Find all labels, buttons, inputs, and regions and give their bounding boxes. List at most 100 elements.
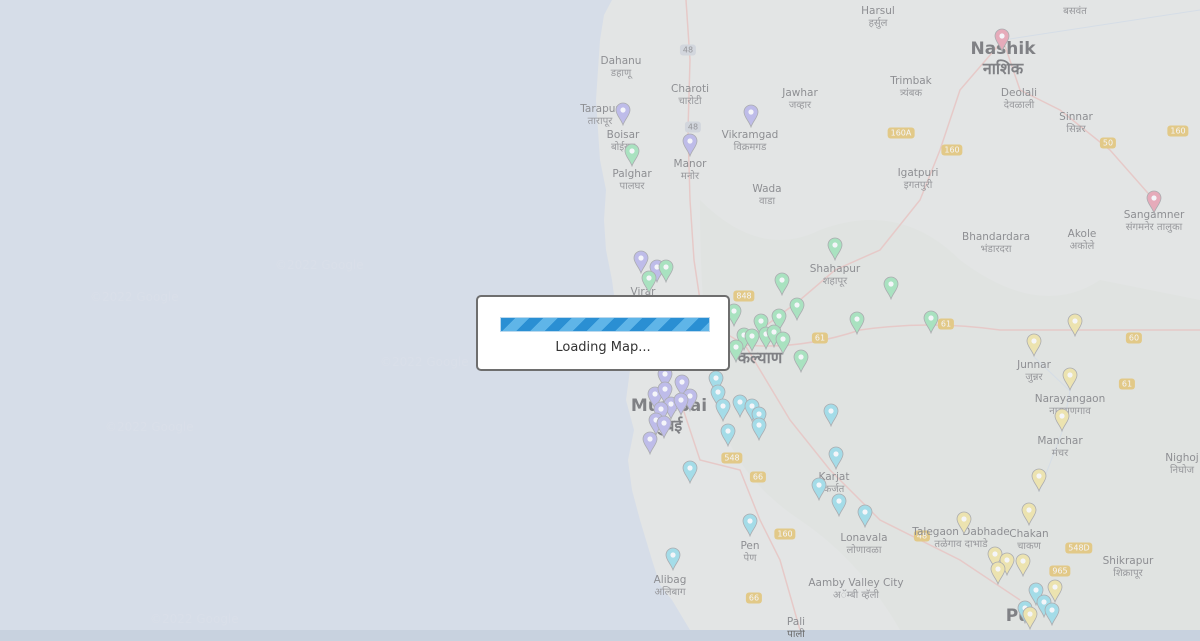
map-marker-green[interactable] (624, 143, 640, 167)
map-marker-purple[interactable] (615, 102, 631, 126)
place-name-local: त्र्यंबक (899, 88, 923, 100)
map-marker-green[interactable] (728, 339, 744, 363)
place-label-alibag: Alibag अलिबाग (654, 569, 687, 599)
map-marker-cyan[interactable] (823, 403, 839, 427)
map-marker-green[interactable] (923, 310, 939, 334)
map-marker-green[interactable] (789, 297, 805, 321)
place-label-manor: Manor मनोर (674, 153, 707, 183)
route-shield: 66 (745, 592, 763, 604)
map-marker-yellow[interactable] (1021, 502, 1037, 526)
map-marker-cyan[interactable] (811, 477, 827, 501)
place-name-local: चारोटी (678, 96, 702, 108)
map-marker-yellow[interactable] (1022, 606, 1038, 630)
map-marker-green[interactable] (658, 259, 674, 283)
place-name-local: डहाणू (610, 68, 632, 80)
place-name-local: चाकण (1017, 541, 1041, 553)
map-marker-cyan[interactable] (720, 423, 736, 447)
map-marker-red[interactable] (1146, 190, 1162, 214)
place-label-pen: Pen पेण (740, 535, 759, 565)
map-marker-cyan[interactable] (682, 460, 698, 484)
loading-dialog: Loading Map... (476, 295, 730, 371)
place-name-local: पाली (787, 629, 805, 641)
place-name: Junnar (1017, 359, 1051, 371)
loading-progress-bar (500, 317, 710, 332)
place-name-local: अॅम्बी व्हॅली (833, 590, 879, 602)
place-name: Trimbak (890, 75, 932, 87)
map-marker-green[interactable] (849, 311, 865, 335)
map-marker-green[interactable] (774, 272, 790, 296)
place-label-chakan: Chakan चाकण (1009, 523, 1048, 553)
route-shield: 61 (811, 332, 829, 344)
place-name: Pen (740, 540, 760, 552)
map-marker-yellow[interactable] (1054, 408, 1070, 432)
place-name-local: नाशिक (982, 58, 1024, 78)
route-shield: 48 (684, 121, 702, 133)
place-label-shikrapur: Shikrapur शिक्रापूर (1103, 550, 1154, 580)
place-name-local: अकोले (1069, 241, 1095, 253)
place-name: Narayangaon (1034, 393, 1106, 405)
map-watermark: ©2022 Google (275, 258, 364, 272)
place-name: Harsul (861, 5, 895, 17)
map-marker-yellow[interactable] (1015, 553, 1031, 577)
place-name: Aamby Valley City (808, 577, 904, 589)
map-marker-cyan[interactable] (742, 513, 758, 537)
route-shield: 160 (774, 528, 796, 540)
map-marker-purple[interactable] (682, 133, 698, 157)
place-name-local: नारायणगाव (1049, 406, 1091, 418)
place-name-local: शहापूर (822, 276, 848, 288)
route-shield: 965 (1049, 565, 1071, 577)
map-marker-red[interactable] (994, 28, 1010, 52)
map-marker-yellow[interactable] (990, 561, 1006, 585)
map-marker-purple[interactable] (656, 415, 672, 439)
place-name-local: पेण (743, 553, 757, 565)
map-marker-yellow[interactable] (1067, 313, 1083, 337)
map-marker-cyan[interactable] (831, 493, 847, 517)
map-marker-purple[interactable] (642, 431, 658, 455)
map-marker-yellow[interactable] (1062, 367, 1078, 391)
place-name: Dahanu (600, 55, 642, 67)
route-shield: 61 (937, 318, 955, 330)
place-name: Vikramgad (721, 129, 779, 141)
map-marker-cyan[interactable] (715, 398, 731, 422)
map-marker-cyan[interactable] (828, 446, 844, 470)
map-marker-purple[interactable] (743, 104, 759, 128)
place-name-local: संगमनेर तालुका (1125, 222, 1183, 234)
place-name: Nighoj (1165, 452, 1199, 464)
map-marker-green[interactable] (883, 276, 899, 300)
map-marker-cyan[interactable] (665, 547, 681, 571)
map-marker-purple[interactable] (673, 392, 689, 416)
map-marker-cyan[interactable] (857, 504, 873, 528)
place-label-harsul: Harsul हर्सुल (861, 0, 895, 30)
place-label-basvant: बसवंत (1063, 6, 1087, 18)
route-shield: 160A (887, 127, 915, 139)
place-name-local: इगतपुरी (903, 180, 933, 192)
place-label-bhandardara: Bhandardara भंडारदरा (962, 226, 1030, 256)
place-label-charoti: Charoti चारोटी (671, 78, 709, 108)
place-name-local: हर्सुल (868, 18, 888, 30)
map-marker-green[interactable] (641, 270, 657, 294)
place-name-local: पालघर (619, 181, 645, 193)
map-marker-yellow[interactable] (1031, 468, 1047, 492)
place-label-akole: Akole अकोले (1068, 223, 1097, 253)
place-name: Charoti (671, 83, 709, 95)
place-name: Shahapur (809, 263, 861, 275)
place-name-local: विक्रमगड (733, 142, 767, 154)
place-name-local: लोणावळा (846, 545, 882, 557)
place-label-palghar: Palghar पालघर (612, 163, 651, 193)
place-name: Boisar (606, 129, 640, 141)
map-marker-cyan[interactable] (751, 417, 767, 441)
map-marker-cyan[interactable] (1044, 602, 1060, 626)
map-marker-yellow[interactable] (1026, 333, 1042, 357)
place-label-junnar: Junnar जुन्नर (1017, 354, 1051, 384)
place-label-sinnar: Sinnar सिन्नर (1059, 106, 1093, 136)
map-marker-green[interactable] (775, 331, 791, 355)
place-name-local: निघोज (1169, 465, 1195, 477)
map-marker-green[interactable] (793, 349, 809, 373)
place-label-trimbak: Trimbak त्र्यंबक (890, 70, 932, 100)
loading-text: Loading Map... (555, 340, 651, 355)
place-name: Deolali (1000, 87, 1038, 99)
route-shield: 548D (1065, 542, 1093, 554)
map-marker-green[interactable] (827, 237, 843, 261)
map-marker-yellow[interactable] (956, 511, 972, 535)
place-label-narayangaon: Narayangaon नारायणगाव (1035, 388, 1106, 418)
